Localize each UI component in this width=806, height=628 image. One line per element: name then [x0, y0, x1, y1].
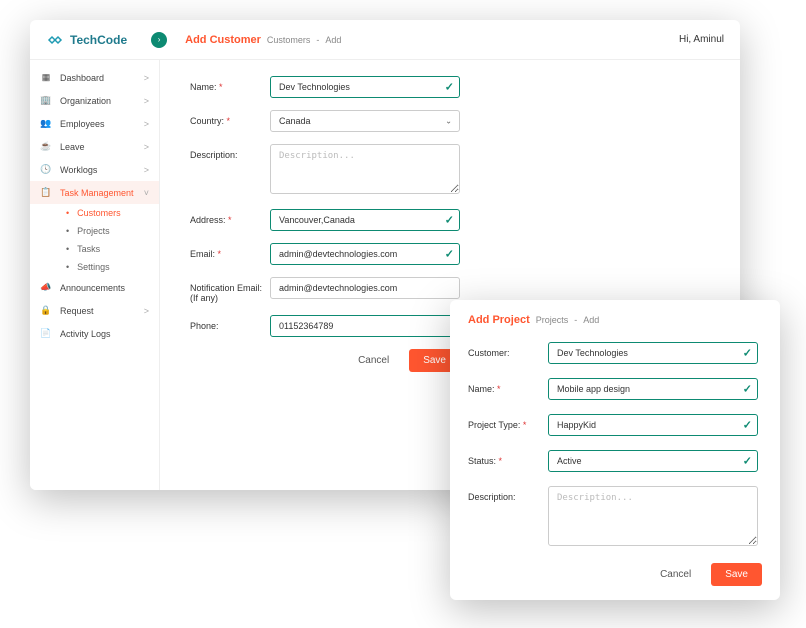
email-input[interactable] [270, 243, 460, 265]
sidebar-item-leave[interactable]: ☕ Leave > [30, 135, 159, 158]
chevron-icon: ˅ [144, 188, 149, 198]
sidebar-item-organization[interactable]: 🏢 Organization > [30, 89, 159, 112]
brand-logo[interactable]: TechCode [46, 31, 127, 49]
check-icon: ✓ [445, 248, 454, 261]
name-label: Name: [190, 76, 270, 92]
page-title: Add Customer [185, 34, 261, 46]
proj-desc-label: Description: [468, 486, 548, 502]
sidebar-item-task-management[interactable]: 📋 Task Management ˅ [30, 181, 159, 204]
sidebar-item-label: Announcements [60, 283, 125, 293]
bullet-icon: • [66, 262, 69, 272]
description-label: Description: [190, 144, 270, 160]
nav-icon: 📄 [40, 328, 52, 339]
sidebar-item-worklogs[interactable]: 🕓 Worklogs > [30, 158, 159, 181]
brand-name: TechCode [70, 33, 127, 47]
proj-name-input[interactable] [548, 378, 758, 400]
submenu-item-tasks[interactable]: • Tasks [56, 240, 159, 258]
nav-icon: 🏢 [40, 95, 52, 106]
name-input[interactable] [270, 76, 460, 98]
crumb-sep: - [574, 315, 577, 325]
chevron-icon: > [144, 306, 149, 316]
cancel-button[interactable]: Cancel [650, 563, 701, 586]
chevron-icon: > [144, 96, 149, 106]
submenu-label: Customers [77, 208, 121, 218]
submenu-item-customers[interactable]: • Customers [56, 204, 159, 222]
sidebar: ▦ Dashboard > 🏢 Organization > 👥 Employees > ☕ Lea… [30, 60, 160, 490]
customer-label: Customer: [468, 342, 548, 358]
crumb-sep: - [316, 35, 319, 45]
check-icon: ✓ [743, 347, 752, 360]
topbar: TechCode › Add Customer Customers - Add … [30, 20, 740, 60]
sidebar-item-label: Worklogs [60, 165, 97, 175]
proj-desc-textarea[interactable] [548, 486, 758, 546]
sidebar-item-label: Task Management [60, 188, 134, 198]
sidebar-item-label: Dashboard [60, 73, 104, 83]
customer-select[interactable]: Dev Technologies [548, 342, 758, 364]
address-input[interactable] [270, 209, 460, 231]
sidebar-item-label: Organization [60, 96, 111, 106]
save-button[interactable]: Save [711, 563, 762, 586]
submenu-item-projects[interactable]: • Projects [56, 222, 159, 240]
greeting[interactable]: Hi, Aminul [679, 34, 724, 45]
chevron-icon: > [144, 165, 149, 175]
notif-email-input[interactable] [270, 277, 460, 299]
bullet-icon: • [66, 244, 69, 254]
description-textarea[interactable] [270, 144, 460, 194]
logo-icon [46, 31, 64, 49]
nav-icon: ▦ [40, 72, 52, 83]
check-icon: ✓ [743, 455, 752, 468]
check-icon: ✓ [743, 383, 752, 396]
sidebar-item-request[interactable]: 🔒 Request > [30, 299, 159, 322]
submenu-item-settings[interactable]: • Settings [56, 258, 159, 276]
chevron-icon: > [144, 119, 149, 129]
check-icon: ✓ [445, 81, 454, 94]
crumb-projects[interactable]: Projects [536, 315, 569, 325]
email-label: Email: [190, 243, 270, 259]
breadcrumb: Add Project Projects - Add [468, 314, 762, 326]
sidebar-collapse-button[interactable]: › [151, 32, 167, 48]
bullet-icon: • [66, 208, 69, 218]
crumb-add: Add [325, 35, 341, 45]
breadcrumb: Add Customer Customers - Add [185, 34, 341, 46]
nav-icon: 🕓 [40, 164, 52, 175]
submenu-label: Projects [77, 226, 110, 236]
submenu-label: Tasks [77, 244, 100, 254]
proj-type-select[interactable]: HappyKid [548, 414, 758, 436]
check-icon: ✓ [445, 214, 454, 227]
page-title: Add Project [468, 314, 530, 326]
country-label: Country: [190, 110, 270, 126]
notif-email-label: Notification Email: (If any) [190, 277, 270, 303]
country-select[interactable]: Canada [270, 110, 460, 132]
chevron-icon: > [144, 142, 149, 152]
sidebar-item-label: Employees [60, 119, 105, 129]
crumb-add: Add [583, 315, 599, 325]
bullet-icon: • [66, 226, 69, 236]
phone-label: Phone: [190, 315, 270, 331]
chevron-icon: > [144, 73, 149, 83]
sidebar-item-label: Request [60, 306, 94, 316]
status-select[interactable]: Active [548, 450, 758, 472]
nav-icon: 📣 [40, 282, 52, 293]
status-label: Status: [468, 450, 548, 466]
nav-icon: 👥 [40, 118, 52, 129]
nav-icon: 🔒 [40, 305, 52, 316]
phone-input[interactable] [270, 315, 460, 337]
sidebar-item-announcements[interactable]: 📣 Announcements [30, 276, 159, 299]
proj-type-label: Project Type: [468, 414, 548, 430]
sidebar-item-activity-logs[interactable]: 📄 Activity Logs [30, 322, 159, 345]
crumb-customers[interactable]: Customers [267, 35, 311, 45]
sidebar-item-label: Activity Logs [60, 329, 111, 339]
address-label: Address: [190, 209, 270, 225]
nav-icon: 📋 [40, 187, 52, 198]
sidebar-item-employees[interactable]: 👥 Employees > [30, 112, 159, 135]
sidebar-item-dashboard[interactable]: ▦ Dashboard > [30, 66, 159, 89]
proj-name-label: Name: [468, 378, 548, 394]
nav-icon: ☕ [40, 141, 52, 152]
add-project-panel: Add Project Projects - Add Customer: Dev… [450, 300, 780, 600]
check-icon: ✓ [743, 419, 752, 432]
submenu-label: Settings [77, 262, 110, 272]
chevron-down-icon: ⌄ [445, 117, 452, 126]
sidebar-item-label: Leave [60, 142, 85, 152]
cancel-button[interactable]: Cancel [348, 349, 399, 372]
